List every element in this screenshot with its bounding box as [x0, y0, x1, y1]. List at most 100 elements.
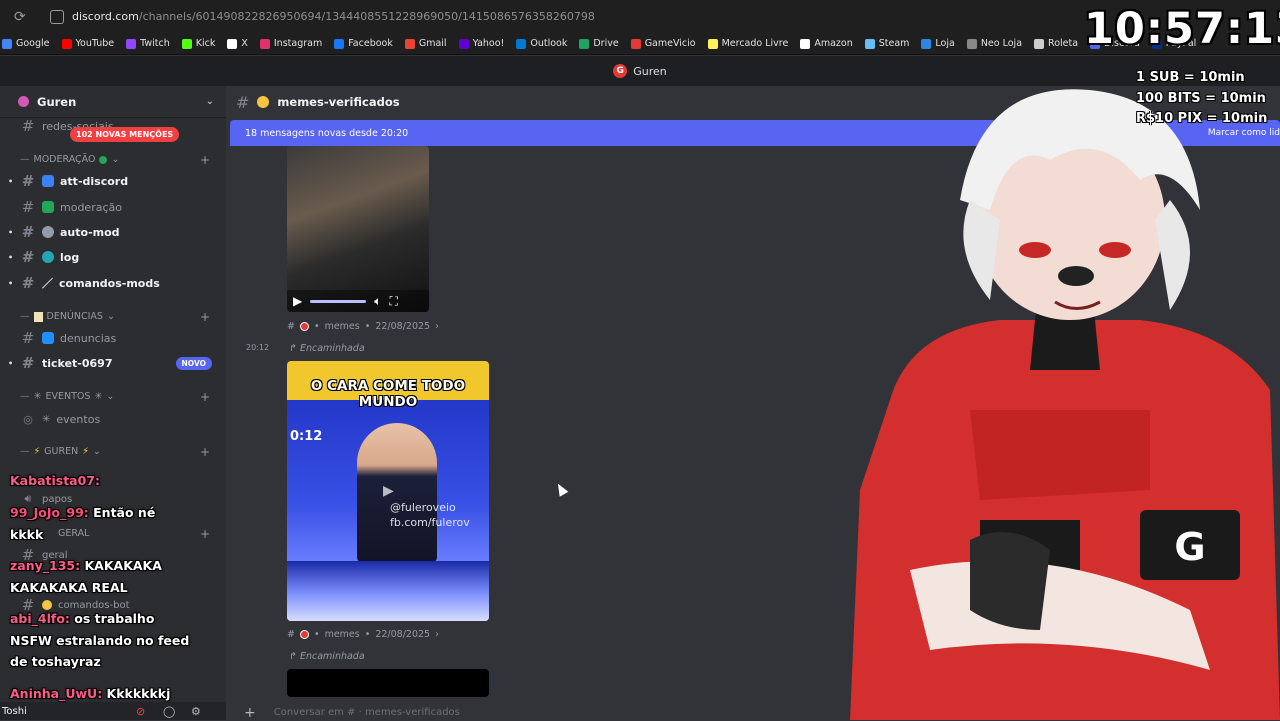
- bookmark-item[interactable]: X: [227, 38, 248, 49]
- category-label: GUREN: [44, 446, 79, 457]
- stream-clock: 10:57:13: [1084, 4, 1280, 54]
- bookmark-item[interactable]: Google: [2, 38, 50, 49]
- category-denuncias[interactable]: — DENÚNCIAS ⌄ +: [20, 310, 216, 324]
- bookmark-favicon-icon: [630, 38, 641, 49]
- chat-message: NSFW estralando no feed: [10, 633, 190, 648]
- message-timestamp: 20:12: [246, 343, 270, 352]
- source-separator: •: [313, 321, 320, 332]
- reload-icon[interactable]: ⟳: [14, 9, 34, 25]
- add-channel-icon[interactable]: +: [200, 390, 210, 404]
- app-title: Guren: [633, 64, 667, 78]
- bookmark-item[interactable]: Amazon: [800, 38, 853, 49]
- hash-icon: #: [21, 274, 35, 292]
- channel-moderacao[interactable]: # moderação: [8, 196, 216, 218]
- channel-ticket[interactable]: • # ticket-0697 NOVO: [8, 352, 216, 374]
- bits-rate-line: 100 BITS = 10min: [1136, 90, 1266, 106]
- category-moderacao[interactable]: — MODERAÇÃO ⌄ +: [20, 153, 216, 167]
- bookmark-item[interactable]: Facebook: [334, 38, 393, 49]
- bookmark-item[interactable]: Mercado Livre: [707, 38, 788, 49]
- channel-label: auto-mod: [60, 225, 120, 239]
- broadcast-icon: ◎: [23, 412, 33, 426]
- site-info-icon[interactable]: [50, 9, 64, 24]
- voice-icon: 🔊︎: [24, 492, 32, 505]
- channel-log[interactable]: • # log: [8, 246, 216, 268]
- bookmark-label: Instagram: [273, 38, 323, 49]
- forwarded-label: ↱ Encaminhada: [289, 343, 365, 354]
- new-messages-text: 18 mensagens novas desde 20:20: [245, 127, 409, 139]
- channel-comandos-mods[interactable]: • # ／ comandos-mods: [8, 272, 216, 294]
- play-icon[interactable]: ▶: [293, 294, 302, 308]
- chat-username: zany_135:: [10, 558, 81, 573]
- forward-source[interactable]: # • memes • 22/08/2025 ›: [287, 321, 439, 332]
- add-channel-icon[interactable]: +: [200, 153, 210, 167]
- channel-att-discord[interactable]: • # att-discord: [8, 170, 216, 192]
- add-channel-icon[interactable]: +: [200, 527, 210, 541]
- server-header[interactable]: Guren ⌄: [0, 86, 226, 118]
- hash-icon: #: [287, 321, 295, 332]
- stream-chat-line: kkkk: [10, 527, 43, 542]
- new-badge: NOVO: [175, 356, 212, 370]
- source-separator: •: [364, 321, 371, 332]
- bookmark-item[interactable]: Roleta: [1034, 38, 1078, 49]
- new-mentions-pill[interactable]: 102 NOVAS MENÇÕES: [70, 127, 180, 142]
- bookmark-item[interactable]: Neo Loja: [966, 38, 1022, 49]
- bookmark-label: YouTube: [75, 38, 115, 49]
- hash-icon: #: [21, 223, 35, 241]
- chat-message: Kkkkkkkj: [106, 686, 171, 701]
- channel-label: log: [60, 250, 80, 264]
- bookmark-item[interactable]: Loja: [921, 38, 955, 49]
- channel-denuncias[interactable]: # denuncias: [8, 327, 216, 349]
- play-icon[interactable]: ▶: [383, 483, 394, 499]
- add-channel-icon[interactable]: +: [200, 310, 210, 324]
- add-attachment-icon[interactable]: +: [244, 705, 256, 721]
- forward-source[interactable]: # • memes • 22/08/2025 ›: [287, 629, 439, 640]
- video-watermark: @fuleroveio fb.com/fulerov: [390, 501, 470, 531]
- category-guren[interactable]: — ⚡ GUREN ⚡ ⌄ +: [20, 445, 216, 459]
- fullscreen-icon[interactable]: ⛶: [389, 294, 397, 309]
- bookmark-item[interactable]: Gmail: [404, 38, 447, 49]
- user-name[interactable]: Toshi: [2, 706, 27, 717]
- bookmark-label: Roleta: [1048, 38, 1079, 49]
- source-date: 22/08/2025: [375, 629, 431, 640]
- bookmark-favicon-icon: [579, 38, 590, 49]
- chevron-down-icon[interactable]: ⌄: [206, 96, 214, 107]
- robot-emoji-icon: [42, 600, 52, 610]
- chat-message: os trabalho: [74, 611, 155, 626]
- bookmark-item[interactable]: Outlook: [516, 38, 567, 49]
- watermark-url: fb.com/fulerov: [390, 515, 470, 529]
- bookmark-item[interactable]: YouTube: [61, 38, 115, 49]
- bookmark-item[interactable]: Twitch: [126, 38, 170, 49]
- mic-muted-icon[interactable]: ⊘: [136, 705, 145, 718]
- volume-slider[interactable]: [310, 299, 367, 303]
- bookmark-item[interactable]: Instagram: [259, 38, 323, 49]
- subathon-rates: 1 SUB = 10min 100 BITS = 10min R$10 PIX …: [1136, 68, 1267, 130]
- channel-eventos[interactable]: ◎ ✳ eventos: [8, 408, 216, 430]
- hash-icon: #: [21, 248, 35, 266]
- chat-username: abi_4lfo:: [10, 611, 70, 626]
- server-name: Guren: [37, 94, 77, 109]
- category-geral[interactable]: GERAL +: [20, 527, 216, 541]
- gear-icon[interactable]: ⚙: [191, 705, 201, 718]
- bookmark-item[interactable]: Kick: [181, 38, 215, 49]
- video-attachment[interactable]: ▶ 🔈︎ ⛶: [287, 146, 429, 312]
- pix-rate-line: R$10 PIX = 10min: [1136, 111, 1268, 126]
- bookmark-item[interactable]: Steam: [864, 38, 909, 49]
- bookmark-item[interactable]: GameVicio: [630, 38, 696, 49]
- bookmark-favicon-icon: [458, 38, 469, 49]
- bookmark-item[interactable]: Drive: [579, 38, 619, 49]
- video-timecode: 0:12: [290, 429, 323, 444]
- category-label: EVENTOS: [45, 391, 91, 402]
- bookmark-item[interactable]: Yahoo!: [458, 38, 504, 49]
- address-bar[interactable]: discord.com/channels/601490822826950694/…: [42, 5, 603, 29]
- bookmark-favicon-icon: [800, 38, 811, 49]
- sparkle-icon: ✳: [42, 413, 51, 425]
- message-input-placeholder[interactable]: Conversar em # · memes-verificados: [274, 707, 460, 718]
- video-attachment[interactable]: O CARA COME TODO MUNDO 0:12 ▶ @fulerovei…: [287, 361, 489, 621]
- add-channel-icon[interactable]: +: [200, 445, 210, 459]
- volume-icon[interactable]: 🔈︎: [374, 294, 381, 309]
- headphones-icon[interactable]: ◯: [163, 705, 175, 718]
- chevron-down-icon: ⌄: [92, 446, 101, 457]
- category-eventos[interactable]: — ✳ EVENTOS ✳ ⌄ +: [20, 390, 216, 404]
- channel-auto-mod[interactable]: • # auto-mod: [8, 221, 216, 243]
- video-attachment[interactable]: [287, 669, 489, 697]
